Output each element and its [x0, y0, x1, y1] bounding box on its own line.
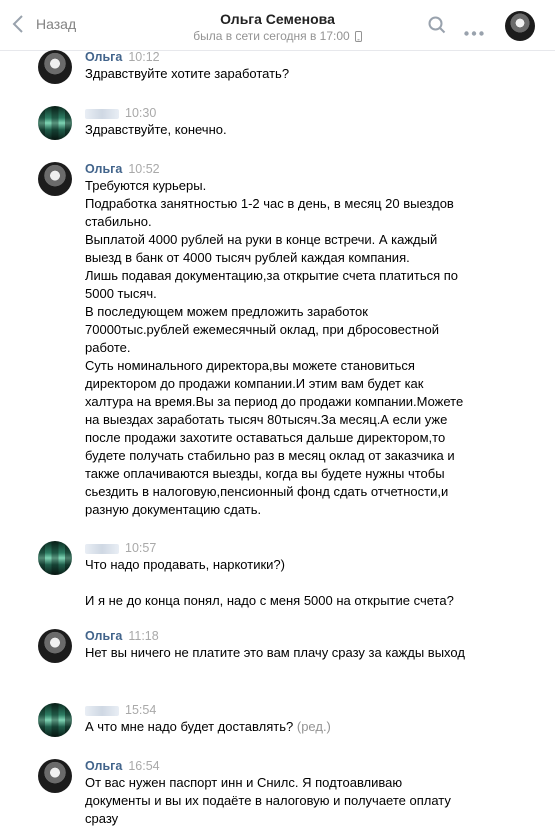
author-name-redacted — [85, 705, 119, 716]
search-icon[interactable] — [428, 16, 446, 39]
message-meta: Ольга 16:54 — [85, 759, 160, 773]
avatar[interactable] — [38, 162, 72, 196]
message-time: 10:52 — [128, 162, 160, 176]
message-meta: Ольга 10:52 — [85, 162, 160, 176]
message-line: Здравствуйте, конечно. — [85, 122, 227, 137]
avatar[interactable] — [38, 703, 72, 737]
message-time: 10:57 — [125, 541, 157, 555]
message-line: Что надо продавать, наркотики?) — [85, 557, 285, 572]
message-text: Что надо продавать, наркотики?) И я не д… — [85, 556, 485, 610]
message-line: Суть номинального директора,вы можете ст… — [85, 358, 464, 517]
message-time: 10:30 — [125, 106, 157, 120]
message-meta: Ольга 10:12 — [85, 50, 160, 64]
message-line: Подработка занятностью 1-2 час в день, в… — [85, 196, 454, 229]
contact-avatar[interactable] — [505, 11, 535, 41]
last-seen-text: была в сети сегодня в 17:00 — [193, 29, 350, 43]
message-time: 15:54 — [125, 703, 157, 717]
avatar[interactable] — [38, 759, 72, 793]
message-text: Нет вы ничего не платите это вам плачу с… — [85, 644, 465, 662]
message-line: Нет вы ничего не платите это вам плачу с… — [85, 645, 465, 660]
avatar[interactable] — [38, 541, 72, 575]
author-name[interactable]: Ольга — [85, 50, 122, 64]
message-line: Лишь подавая документацию,за открытие сч… — [85, 268, 459, 301]
edited-label: (ред.) — [296, 719, 331, 734]
message-text: Требуются курьеры. Подработка занятность… — [85, 177, 475, 519]
message-line: А что мне надо будет доставлять? — [85, 719, 294, 734]
message-meta: 15:54 — [85, 703, 156, 717]
message-text: Здравствуйте, конечно. — [85, 121, 485, 139]
avatar[interactable] — [38, 106, 72, 140]
message-meta: Ольга 11:18 — [85, 629, 159, 643]
message-meta: 10:30 — [85, 106, 156, 120]
message-line: Выплатой 4000 рублей на руки в конце вст… — [85, 232, 438, 265]
author-name[interactable]: Ольга — [85, 162, 122, 176]
message-time: 10:12 — [128, 50, 160, 64]
message-line: Здравствуйте хотите заработать? — [85, 66, 290, 81]
message-line: От вас нужен паспорт инн и Снилс. Я подт… — [85, 775, 451, 826]
author-name-redacted — [85, 543, 119, 554]
message-line: Требуются курьеры. — [85, 178, 207, 193]
message-text: А что мне надо будет доставлять? (ред.) — [85, 718, 485, 736]
avatar[interactable] — [38, 50, 72, 84]
message-text: Здравствуйте хотите заработать? — [85, 65, 485, 83]
message-meta: 10:57 — [85, 541, 156, 555]
message-line-blank — [85, 574, 485, 592]
chat-header: Назад Ольга Семенова была в сети сегодня… — [0, 0, 555, 51]
phone-icon — [354, 31, 362, 45]
avatar[interactable] — [38, 629, 72, 663]
message-line: И я не до конца понял, надо с меня 5000 … — [85, 593, 454, 608]
author-name-redacted — [85, 108, 119, 119]
message-text: От вас нужен паспорт инн и Снилс. Я подт… — [85, 774, 455, 828]
message-line: В последующем можем предложить заработок… — [85, 304, 440, 355]
message-time: 11:18 — [128, 629, 159, 643]
author-name[interactable]: Ольга — [85, 629, 122, 643]
more-icon[interactable] — [464, 23, 484, 41]
message-time: 16:54 — [128, 759, 160, 773]
author-name[interactable]: Ольга — [85, 759, 122, 773]
